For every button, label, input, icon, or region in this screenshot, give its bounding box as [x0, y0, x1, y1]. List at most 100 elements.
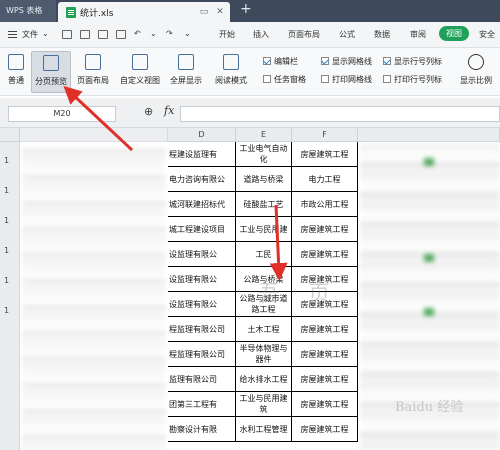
- cell-f[interactable]: 房屋建筑工程: [292, 242, 358, 267]
- cell-d[interactable]: 设监理有限公: [168, 242, 236, 267]
- checkbox-unchecked[interactable]: [263, 75, 271, 83]
- menu-bar: 文件 ⌄ ↶ ⌄ ↷ ⌄ 开始 插入 页面布局 公式 数据 审阅 视图 安全: [0, 22, 500, 48]
- screen-icon[interactable]: ▭: [198, 6, 210, 18]
- checkbox-unchecked[interactable]: [383, 75, 391, 83]
- checkbox-unchecked[interactable]: [321, 75, 329, 83]
- cell-d[interactable]: 设监理有限公: [168, 267, 236, 292]
- cell-e[interactable]: 工业电气自动化: [236, 142, 292, 167]
- menu-security[interactable]: 安全: [479, 29, 495, 40]
- file-tab[interactable]: 统计.xls ▭ ✕: [58, 2, 230, 22]
- cell-e[interactable]: 工民: [236, 242, 292, 267]
- zoom-button[interactable]: 显示比例: [455, 51, 497, 93]
- row-number: 1: [4, 306, 10, 315]
- name-box[interactable]: M20: [8, 106, 116, 122]
- app-tab-wps[interactable]: WPS 表格: [0, 0, 56, 22]
- menu-formula[interactable]: 公式: [339, 29, 355, 40]
- reading-mode-button[interactable]: 阅读模式: [207, 51, 255, 93]
- cell-f[interactable]: 房屋建筑工程: [292, 342, 358, 367]
- cell-e[interactable]: 给水排水工程: [236, 367, 292, 392]
- cell-e[interactable]: 道路与桥梁: [236, 167, 292, 192]
- save-icon[interactable]: [80, 30, 90, 39]
- print-gridlines-checkbox[interactable]: 打印网格线: [321, 74, 372, 85]
- cell-d[interactable]: 程监理有限公司: [168, 317, 236, 342]
- cell-d[interactable]: 城河联建招标代: [168, 192, 236, 217]
- cell-f[interactable]: 房屋建筑工程: [292, 417, 358, 442]
- cell-f[interactable]: 房屋建筑工程: [292, 217, 358, 242]
- cell-e[interactable]: 工业与民用建筑: [236, 392, 292, 417]
- redacted-green-mark: [424, 308, 434, 316]
- checkbox-checked[interactable]: [263, 57, 271, 65]
- page-break-preview-button[interactable]: 分页预览: [31, 51, 71, 93]
- cell-d[interactable]: 勘察设计有限: [168, 417, 236, 442]
- menu-insert[interactable]: 插入: [253, 29, 269, 40]
- redo-icon[interactable]: ↷: [166, 29, 173, 38]
- task-pane-checkbox[interactable]: 任务窗格: [263, 74, 306, 85]
- cell-f[interactable]: 房屋建筑工程: [292, 317, 358, 342]
- formula-input[interactable]: [180, 106, 500, 122]
- formula-bar: M20 ⊕ fx: [0, 98, 500, 128]
- page-layout-icon: [85, 54, 101, 70]
- cell-e[interactable]: 硅酸盐工艺: [236, 192, 292, 217]
- fullscreen-icon: [178, 54, 194, 70]
- formula-bar-checkbox-label: 编辑栏: [274, 57, 298, 66]
- checkbox-checked[interactable]: [321, 57, 329, 65]
- cell-f[interactable]: 电力工程: [292, 167, 358, 192]
- print-preview-icon[interactable]: [116, 30, 126, 39]
- undo-icon[interactable]: ↶: [134, 29, 141, 38]
- baidu-watermark: Baidu 经验: [395, 400, 464, 415]
- page-layout-view-label: 页面布局: [77, 76, 109, 85]
- cell-d[interactable]: 团第三工程有: [168, 392, 236, 417]
- page-break-icon: [43, 55, 59, 71]
- column-header-rest[interactable]: [358, 128, 500, 142]
- print-icon[interactable]: [98, 30, 108, 39]
- show-headings-checkbox[interactable]: 显示行号列标: [383, 56, 442, 67]
- custom-view-button[interactable]: 自定义视图: [115, 51, 165, 93]
- cell-d[interactable]: 电力咨询有限公: [168, 167, 236, 192]
- watermark-text: 吾 页: [258, 282, 330, 307]
- cell-f[interactable]: 房屋建筑工程: [292, 142, 358, 167]
- corner-cell[interactable]: [0, 128, 20, 142]
- file-menu[interactable]: 文件: [22, 29, 38, 40]
- menu-review[interactable]: 审阅: [410, 29, 426, 40]
- cell-d[interactable]: 监理有限公司: [168, 367, 236, 392]
- cell-e[interactable]: 土木工程: [236, 317, 292, 342]
- zoom-search-icon[interactable]: ⊕: [144, 105, 153, 118]
- chevron-down-icon[interactable]: ⌄: [42, 29, 49, 38]
- show-gridlines-checkbox[interactable]: 显示网格线: [321, 56, 372, 67]
- cell-e[interactable]: 半导体物理与器件: [236, 342, 292, 367]
- print-headings-checkbox[interactable]: 打印行号列标: [383, 74, 442, 85]
- menu-data[interactable]: 数据: [374, 29, 390, 40]
- menu-view[interactable]: 视图: [439, 26, 469, 41]
- cell-e[interactable]: 工业与民用建: [236, 217, 292, 242]
- menu-page-layout[interactable]: 页面布局: [288, 29, 320, 40]
- page-layout-view-button[interactable]: 页面布局: [73, 51, 113, 93]
- cell-d[interactable]: 城工程建设项目: [168, 217, 236, 242]
- fullscreen-button[interactable]: 全屏显示: [166, 51, 206, 93]
- column-header-d[interactable]: D: [168, 128, 236, 142]
- cell-e[interactable]: 水利工程管理: [236, 417, 292, 442]
- fullscreen-label: 全屏显示: [170, 76, 202, 85]
- fx-icon[interactable]: fx: [164, 104, 174, 117]
- cell-d[interactable]: 设监理有限公: [168, 292, 236, 317]
- row-header-strip[interactable]: 1 1 1 1 1 1: [0, 142, 20, 450]
- cell-d[interactable]: 程监理有限公司: [168, 342, 236, 367]
- column-header-hidden[interactable]: [20, 128, 168, 142]
- row-number: 1: [4, 156, 10, 165]
- formula-bar-checkbox[interactable]: 编辑栏: [263, 56, 298, 67]
- checkbox-checked[interactable]: [383, 57, 391, 65]
- column-header-f[interactable]: F: [292, 128, 358, 142]
- normal-view-button[interactable]: 普通: [2, 51, 30, 93]
- folder-icon[interactable]: [62, 30, 72, 39]
- chevron-down-icon[interactable]: ⌄: [150, 29, 157, 38]
- chevron-down-icon[interactable]: ⌄: [184, 29, 191, 38]
- menu-home[interactable]: 开始: [219, 29, 235, 40]
- zoom-label: 显示比例: [460, 76, 492, 85]
- close-tab-icon[interactable]: ✕: [214, 6, 226, 18]
- cell-f[interactable]: 房屋建筑工程: [292, 392, 358, 417]
- column-header-e[interactable]: E: [236, 128, 292, 142]
- hamburger-menu-icon[interactable]: [8, 31, 17, 32]
- cell-f[interactable]: 市政公用工程: [292, 192, 358, 217]
- cell-d[interactable]: 程建设监理有: [168, 142, 236, 167]
- new-tab-plus-icon[interactable]: +: [240, 1, 252, 17]
- cell-f[interactable]: 房屋建筑工程: [292, 367, 358, 392]
